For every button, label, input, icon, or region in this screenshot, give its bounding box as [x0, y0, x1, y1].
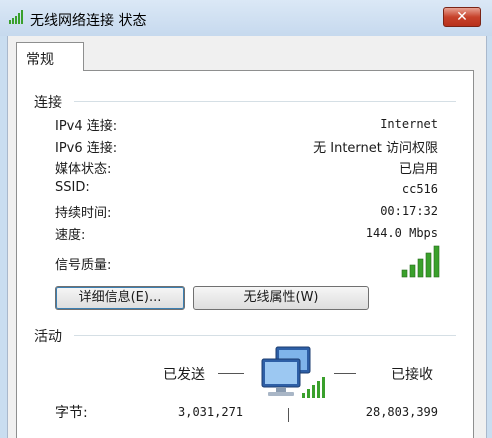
received-dash: [334, 373, 356, 374]
network-stem: [288, 408, 289, 422]
duration-value: 00:17:32: [380, 204, 438, 218]
wifi-signal-icon: [9, 10, 23, 24]
wireless-properties-button[interactable]: 无线属性(W): [193, 286, 369, 310]
title-bar[interactable]: 无线网络连接 状态 ✕: [0, 0, 492, 36]
media-status-label: 媒体状态:: [55, 162, 112, 177]
ipv4-value: Internet: [380, 117, 438, 131]
sent-dash: [218, 373, 244, 374]
ipv4-label: IPv4 连接:: [55, 119, 118, 134]
bytes-sent-value: 3,031,271: [178, 405, 244, 419]
bytes-received-value: 28,803,399: [365, 405, 438, 419]
ipv6-value: 无 Internet 访问权限: [313, 141, 438, 156]
details-button[interactable]: 详细信息(E)...: [55, 286, 185, 310]
ssid-label: SSID:: [55, 180, 90, 195]
received-label: 已接收: [391, 367, 433, 383]
ipv6-label: IPv6 连接:: [55, 141, 118, 156]
connection-heading: 连接: [34, 95, 62, 111]
media-status-value: 已启用: [398, 162, 438, 177]
duration-label: 持续时间:: [55, 206, 112, 221]
ssid-value: cc516: [401, 182, 438, 196]
signal-bars-icon: [401, 245, 440, 278]
activity-heading: 活动: [34, 329, 62, 345]
tab-general[interactable]: 常规: [16, 42, 84, 71]
speed-value: 144.0 Mbps: [365, 226, 438, 240]
window-title: 无线网络连接 状态: [30, 13, 147, 29]
close-button[interactable]: ✕: [443, 7, 481, 27]
network-computers-icon: [261, 346, 325, 398]
speed-label: 速度:: [55, 228, 86, 243]
sent-label: 已发送: [163, 367, 205, 383]
activity-divider: [74, 335, 456, 336]
connection-divider: [74, 101, 456, 102]
bytes-label: 字节:: [55, 405, 88, 421]
signal-quality-label: 信号质量:: [55, 258, 112, 273]
